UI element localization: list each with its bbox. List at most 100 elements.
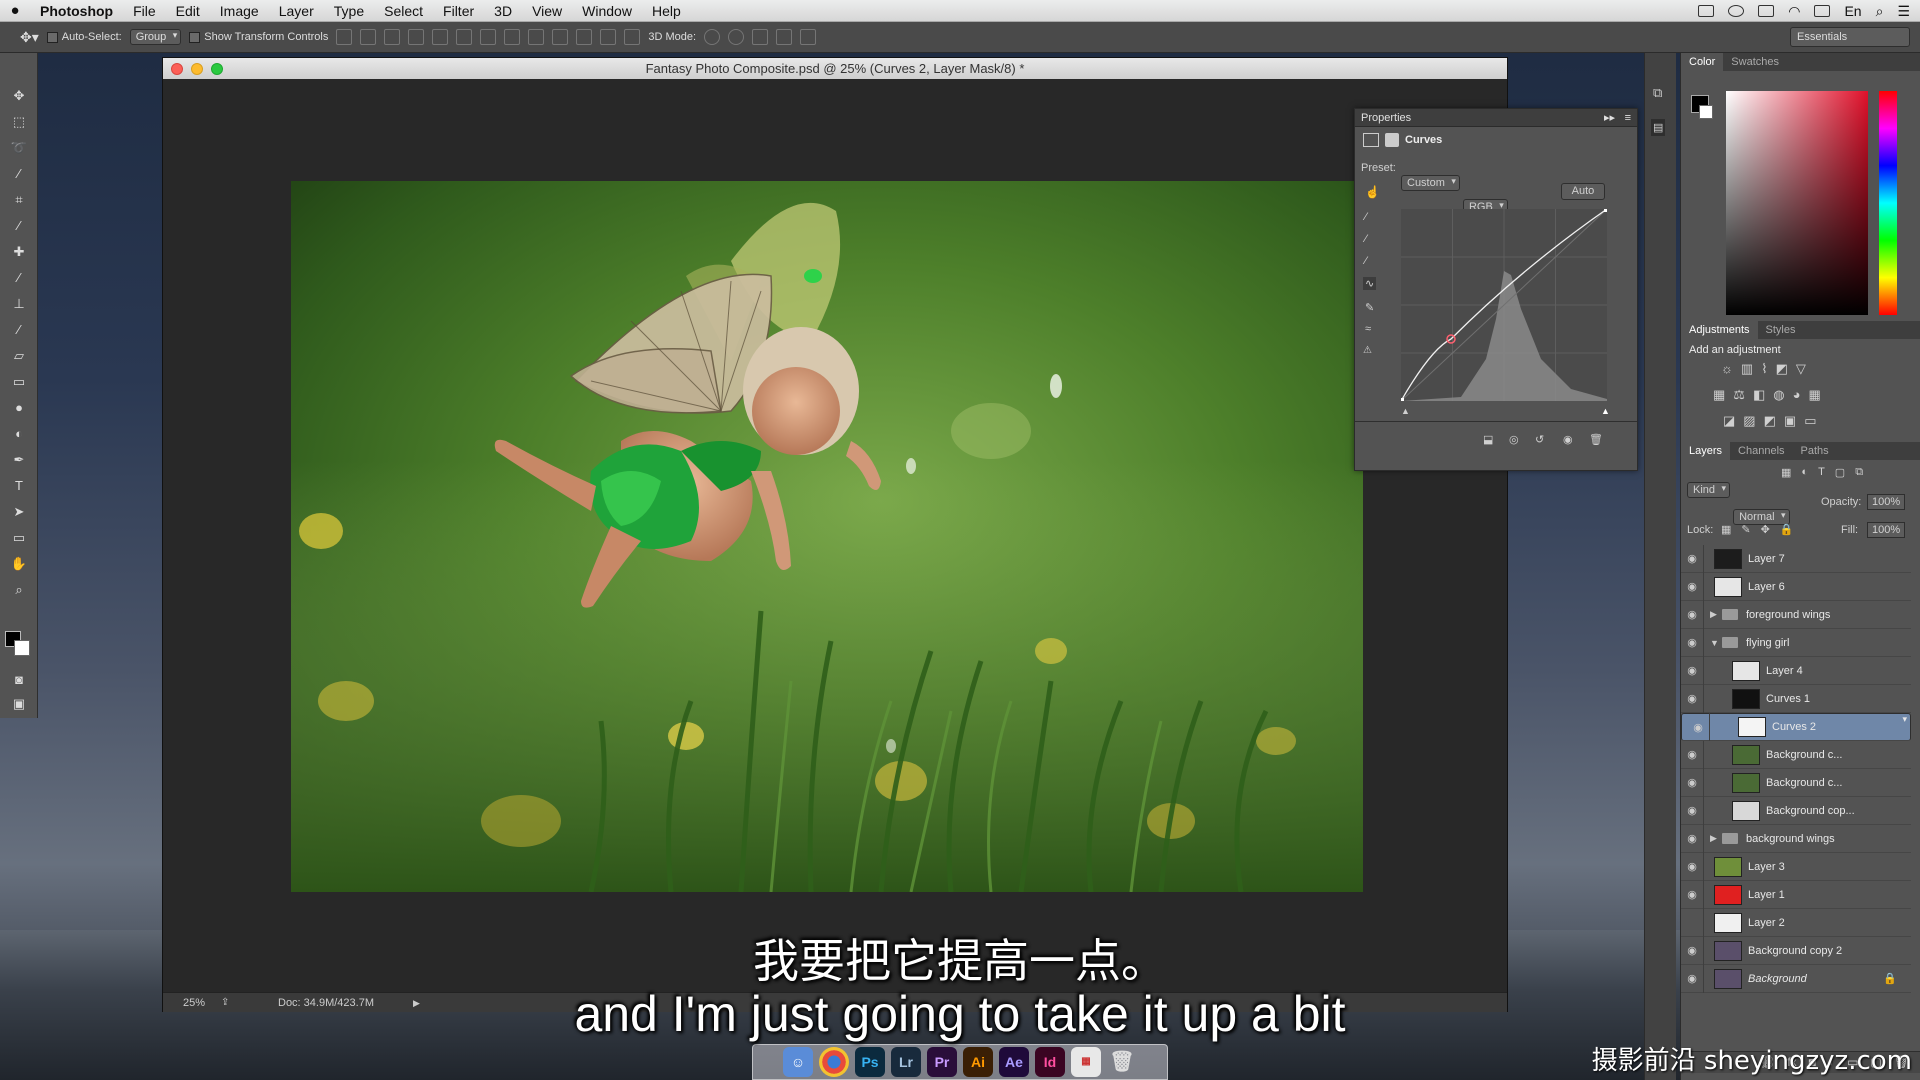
layer-row[interactable]: ◉ Layer 7 [1681,544,1911,573]
chrome-icon[interactable] [819,1047,849,1077]
brush-tool-icon[interactable]: ∕ [9,269,29,287]
pen-tool-icon[interactable]: ✒ [9,451,29,469]
menu-filter[interactable]: Filter [433,0,484,22]
healing-tool-icon[interactable]: ✚ [9,243,29,261]
targeted-adjust-icon[interactable]: ☝ [1365,185,1380,199]
hand-tool-icon[interactable]: ✋ [9,555,29,573]
history-brush-tool-icon[interactable]: ∕ [9,321,29,339]
history-panel-icon[interactable]: ⧉ [1653,85,1662,101]
layer-row[interactable]: ◉ Background c... [1681,768,1911,797]
layer-visibility-icon[interactable]: ◉ [1681,580,1703,593]
tab-paths[interactable]: Paths [1793,442,1837,460]
exposure-icon[interactable]: ◩ [1776,361,1788,377]
layer-name[interactable]: Background cop... [1766,805,1855,817]
tab-layers[interactable]: Layers [1681,442,1731,460]
lasso-tool-icon[interactable]: ➰ [9,139,29,157]
indesign-dock-icon[interactable]: Id [1035,1047,1065,1077]
layer-row[interactable]: ◉ Background cop... [1681,796,1911,825]
layer-visibility-icon[interactable]: ◉ [1681,832,1703,845]
show-transform-checkbox[interactable]: Show Transform Controls [189,31,328,43]
menu-help[interactable]: Help [642,0,691,22]
layer-visibility-icon[interactable]: ◉ [1681,748,1703,761]
menu-edit[interactable]: Edit [166,0,210,22]
group-disclosure-icon[interactable]: ▶ [1710,609,1722,620]
menu-3d[interactable]: 3D [484,0,522,22]
align-hcenter-icon[interactable] [432,29,449,45]
layer-name[interactable]: foreground wings [1746,609,1830,621]
curves-adjustment-icon[interactable] [1363,133,1379,147]
layer-row[interactable]: ◉ Background c... [1681,740,1911,769]
auto-select-dropdown[interactable]: Group [129,29,182,45]
layer-name[interactable]: Layer 4 [1766,665,1803,677]
align-vcenter-icon[interactable] [360,29,377,45]
layer-visibility-icon[interactable]: ◉ [1681,860,1703,873]
marquee-tool-icon[interactable]: ⬚ [9,113,29,131]
distribute-right-icon[interactable] [600,29,617,45]
layer-visibility-icon[interactable]: ◉ [1681,552,1703,565]
layer-name[interactable]: Layer 1 [1748,889,1785,901]
properties-header[interactable]: Properties ▸▸ ≡ [1355,109,1637,127]
photo-filter-icon[interactable]: ◍ [1773,387,1784,403]
align-left-icon[interactable] [408,29,425,45]
layer-row[interactable]: ◉ Layer 6 [1681,572,1911,601]
menu-select[interactable]: Select [374,0,433,22]
lightroom-dock-icon[interactable]: Lr [891,1047,921,1077]
color-background-swatch[interactable] [1699,105,1713,119]
shape-tool-icon[interactable]: ▭ [9,529,29,547]
white-point-eyedropper-icon[interactable]: ⁄ [1365,255,1367,267]
draw-curve-icon[interactable]: ✎ [1365,301,1374,314]
menu-window[interactable]: Window [572,0,642,22]
3d-rotate-icon[interactable] [704,29,721,45]
menu-file[interactable]: File [123,0,166,22]
layer-row[interactable]: ◉ ▶ foreground wings [1681,600,1911,629]
auto-align-icon[interactable] [624,29,641,45]
black-point-eyedropper-icon[interactable]: ⁄ [1365,211,1367,223]
finder-icon[interactable]: ☺ [783,1047,813,1077]
hue-slider[interactable] [1879,91,1897,315]
3d-pan-icon[interactable] [752,29,769,45]
layer-row[interactable]: ◉ Curves 1 [1681,684,1911,713]
workspace-switcher[interactable]: Essentials [1790,27,1910,47]
camera-icon[interactable] [1758,5,1775,17]
layer-visibility-icon[interactable]: ◉ [1681,636,1703,649]
tab-adjustments[interactable]: Adjustments [1681,321,1758,339]
after-effects-dock-icon[interactable]: Ae [999,1047,1029,1077]
curves-graph[interactable] [1401,209,1607,401]
layer-mask-icon[interactable] [1385,133,1399,147]
layer-name[interactable]: Layer 3 [1748,861,1785,873]
auto-select-checkbox[interactable]: Auto-Select: [46,31,122,43]
lock-pixels-icon[interactable]: ✎ [1741,523,1750,536]
3d-scale-icon[interactable] [800,29,817,45]
curves-icon[interactable]: ⌇ [1761,361,1767,377]
clip-to-layer-icon[interactable]: ⬓ [1483,433,1493,446]
white-slider-icon[interactable]: ▲ [1601,406,1610,416]
preset-dropdown[interactable]: Custom [1401,175,1460,191]
layer-visibility-icon[interactable]: ◉ [1687,721,1709,734]
layer-row[interactable]: ◉ Curves 2 [1681,713,1911,741]
distribute-vcenter-icon[interactable] [504,29,521,45]
threshold-icon[interactable]: ◩ [1764,413,1776,429]
menu-layer[interactable]: Layer [269,0,324,22]
lock-all-icon[interactable]: 🔒 [1780,523,1794,536]
align-top-icon[interactable] [336,29,353,45]
color-balance-icon[interactable]: ⚖ [1733,387,1745,403]
black-white-icon[interactable]: ◧ [1753,387,1765,403]
wifi-icon[interactable]: ◠ [1788,3,1800,20]
move-tool-icon[interactable]: ✥ [9,87,29,105]
filter-type-icon[interactable]: T [1818,466,1825,479]
lock-position-icon[interactable]: ✥ [1761,523,1770,536]
color-lookup-icon[interactable]: ▦ [1808,387,1820,403]
app-menu[interactable]: Photoshop [30,0,123,22]
input-source[interactable]: En [1844,3,1861,19]
blur-tool-icon[interactable]: ● [9,399,29,417]
gradient-tool-icon[interactable]: ▭ [9,373,29,391]
delete-adjustment-icon[interactable]: 🗑 [1589,433,1603,446]
crop-tool-icon[interactable]: ⌗ [9,191,29,209]
distribute-hcenter-icon[interactable] [576,29,593,45]
layer-row[interactable]: ◉ Layer 1 [1681,880,1911,909]
auto-button[interactable]: Auto [1561,183,1605,200]
layer-name[interactable]: Curves 2 [1772,721,1816,733]
screen-mode-icon[interactable]: ▣ [9,695,29,713]
quick-select-tool-icon[interactable]: ⁄ [9,165,29,183]
menu-image[interactable]: Image [210,0,269,22]
